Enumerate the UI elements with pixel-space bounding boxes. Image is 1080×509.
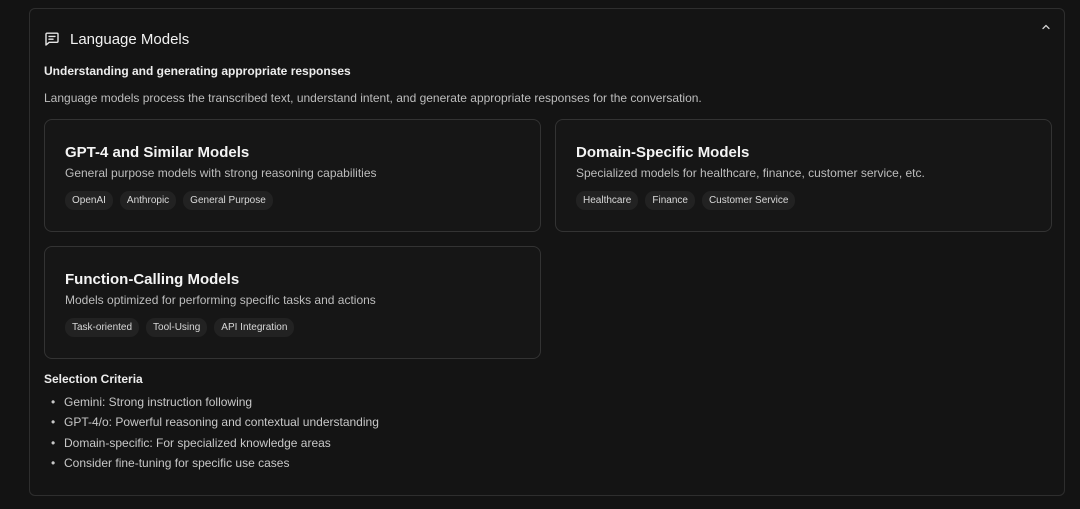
model-card-gpt4: GPT-4 and Similar Models General purpose…: [44, 119, 541, 232]
tag: OpenAI: [65, 191, 113, 210]
tag: API Integration: [214, 318, 295, 337]
tag: Tool-Using: [146, 318, 208, 337]
tag-list: Healthcare Finance Customer Service: [576, 191, 796, 210]
card-description: Models optimized for performing specific…: [65, 293, 376, 307]
model-card-domain-specific: Domain-Specific Models Specialized model…: [555, 119, 1052, 232]
list-item: • GPT-4/o: Powerful reasoning and context…: [51, 415, 379, 430]
language-models-panel: Language Models Understanding and genera…: [29, 8, 1065, 496]
card-title: GPT-4 and Similar Models: [65, 144, 250, 161]
tag: General Purpose: [183, 191, 273, 210]
section-description: Language models process the transcribed …: [44, 91, 702, 105]
tag: Customer Service: [701, 191, 796, 210]
tag-list: Task-oriented Tool-Using API Integration: [65, 318, 295, 337]
tag: Healthcare: [576, 191, 639, 210]
list-item-text: GPT-4/o: Powerful reasoning and contextu…: [64, 415, 379, 430]
list-item-text: Consider fine-tuning for specific use ca…: [64, 455, 290, 470]
card-description: General purpose models with strong reaso…: [65, 166, 377, 180]
list-item: • Domain-specific: For specialized knowle…: [51, 435, 331, 450]
tag: Anthropic: [119, 191, 177, 210]
section-subtitle: Understanding and generating appropriate…: [44, 64, 351, 78]
selection-criteria-title: Selection Criteria: [44, 372, 143, 386]
card-title: Domain-Specific Models: [576, 144, 750, 161]
tag: Finance: [645, 191, 695, 210]
list-item: • Consider fine-tuning for specific use c…: [51, 455, 290, 470]
message-square-icon: [44, 31, 60, 47]
tag-list: OpenAI Anthropic General Purpose: [65, 191, 273, 210]
collapse-button[interactable]: [1038, 19, 1054, 35]
list-item: • Gemini: Strong instruction following: [51, 395, 253, 409]
chevron-up-icon: [1041, 22, 1051, 32]
model-card-function-calling: Function-Calling Models Models optimized…: [44, 246, 541, 359]
tag: Task-oriented: [65, 318, 140, 337]
section-header[interactable]: Language Models: [44, 29, 189, 49]
list-item-text: Gemini: Strong instruction following: [64, 395, 253, 409]
selection-criteria-list: • Gemini: Strong instruction following • G…: [44, 394, 379, 475]
card-title: Function-Calling Models: [65, 271, 240, 288]
list-item-text: Domain-specific: For specialized knowled…: [64, 435, 331, 450]
card-description: Specialized models for healthcare, finan…: [576, 166, 925, 180]
section-title: Language Models: [70, 30, 190, 48]
